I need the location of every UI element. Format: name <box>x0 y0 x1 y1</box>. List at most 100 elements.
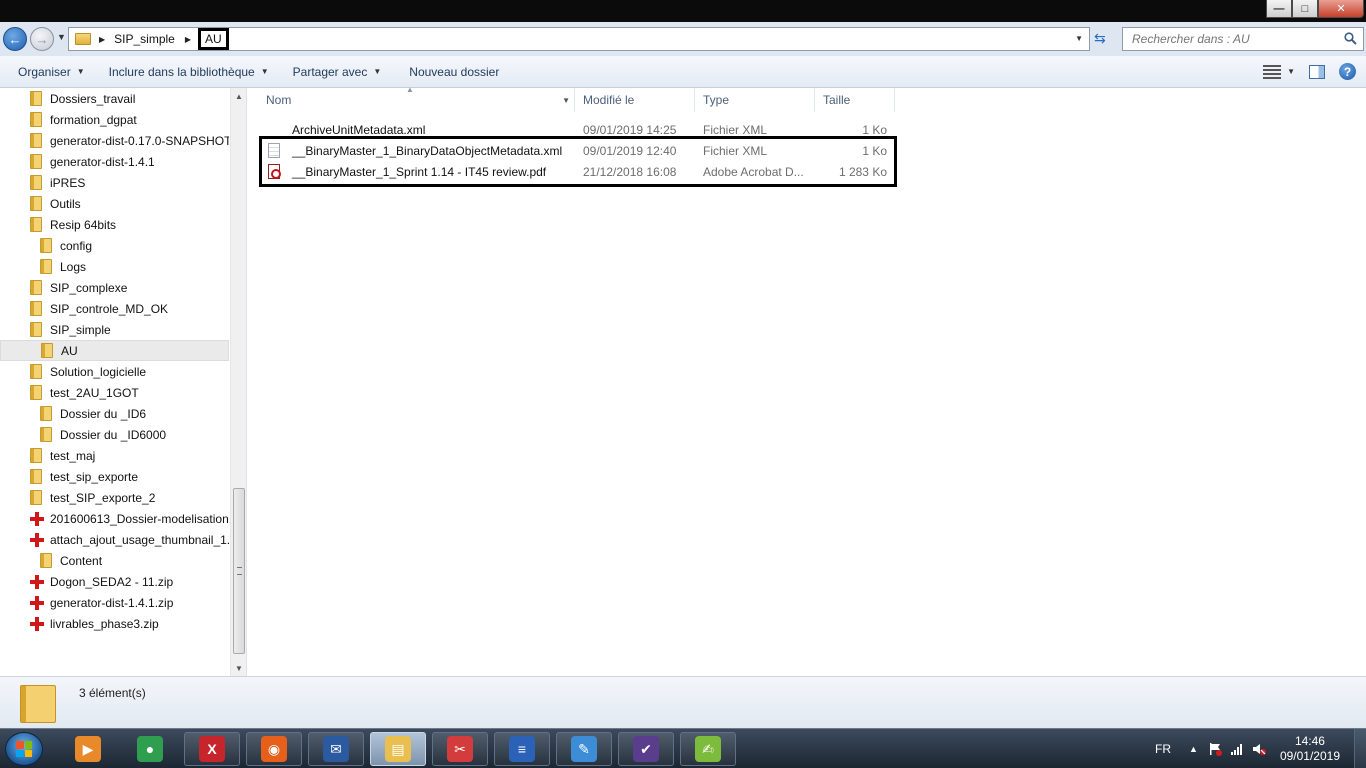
organize-button[interactable]: Organiser ▼ <box>8 56 95 88</box>
share-with-button[interactable]: Partager avec ▼ <box>283 56 392 88</box>
breadcrumb-sip-simple[interactable]: SIP_simple <box>112 32 177 46</box>
nav-item-label: generator-dist-0.17.0-SNAPSHOT <box>50 133 229 148</box>
thunderbird-icon: ✉ <box>323 736 349 762</box>
close-button[interactable]: ✕ <box>1318 0 1364 18</box>
taskbar-app-file-explorer[interactable]: ▤ <box>370 732 426 766</box>
taskbar-app-xming[interactable]: X <box>184 732 240 766</box>
nav-item[interactable]: test_maj <box>0 445 229 466</box>
taskbar-app-notepad-plus-plus[interactable]: ✍ <box>680 732 736 766</box>
nav-item[interactable]: Dossier du _ID6 <box>0 403 229 424</box>
nav-item[interactable]: attach_ajout_usage_thumbnail_1.z <box>0 529 229 550</box>
search-icon[interactable] <box>1344 32 1357 45</box>
file-row[interactable]: __BinaryMaster_1_Sprint 1.14 - IT45 revi… <box>258 161 895 182</box>
snipping-tool-icon: ✂ <box>447 736 473 762</box>
nav-item[interactable]: Dogon_SEDA2 - 11.zip <box>0 571 229 592</box>
taskbar-app-media-player[interactable]: ▶ <box>60 732 116 766</box>
taskbar-app-snipping-tool[interactable]: ✂ <box>432 732 488 766</box>
column-filter-icon[interactable]: ▼ <box>562 96 570 105</box>
nav-item[interactable]: SIP_controle_MD_OK <box>0 298 229 319</box>
folder-icon <box>40 259 52 274</box>
scroll-thumb[interactable] <box>233 488 245 654</box>
taskbar-app-firefox[interactable]: ◉ <box>246 732 302 766</box>
taskbar-app-thunderbird[interactable]: ✉ <box>308 732 364 766</box>
back-button[interactable]: ← <box>3 27 27 51</box>
chevron-right-icon[interactable]: ▶ <box>99 35 105 44</box>
nav-item[interactable]: formation_dgpat <box>0 109 229 130</box>
column-date[interactable]: Modifié le <box>575 88 695 112</box>
nav-item[interactable]: SIP_simple <box>0 319 229 340</box>
clock-time: 14:46 <box>1294 734 1325 748</box>
maximize-icon: □ <box>1301 2 1309 15</box>
column-size[interactable]: Taille <box>815 88 895 112</box>
taskbar-app-paint[interactable]: ✎ <box>556 732 612 766</box>
scroll-up-icon[interactable]: ▲ <box>231 88 247 104</box>
folder-icon <box>30 490 42 505</box>
maximize-button[interactable]: □ <box>1292 0 1318 18</box>
close-icon: ✕ <box>1336 3 1346 15</box>
nav-item[interactable]: test_sip_exporte <box>0 466 229 487</box>
new-folder-button[interactable]: Nouveau dossier <box>399 56 509 88</box>
nav-scrollbar[interactable]: ▲ ▼ <box>230 88 246 676</box>
search-box[interactable] <box>1122 27 1364 51</box>
nav-item-label: Dossiers_travail <box>50 91 136 106</box>
folder-icon <box>40 427 52 442</box>
show-hidden-icons-icon[interactable]: ▲ <box>1189 744 1198 754</box>
folder-icon <box>30 280 42 295</box>
scroll-down-icon[interactable]: ▼ <box>231 660 247 676</box>
nav-item[interactable]: config <box>0 235 229 256</box>
address-dropdown-icon[interactable]: ▼ <box>1075 34 1083 43</box>
clock[interactable]: 14:46 09/01/2019 <box>1280 734 1340 764</box>
nav-item[interactable]: Resip 64bits <box>0 214 229 235</box>
show-desktop-button[interactable] <box>1354 729 1366 768</box>
taskbar-app-wordpad[interactable]: ≡ <box>494 732 550 766</box>
nav-item[interactable]: Content <box>0 550 229 571</box>
nav-item[interactable]: AU <box>0 340 229 361</box>
action-center-flag-icon[interactable] <box>1208 742 1222 756</box>
column-name[interactable]: Nom ▲ ▼ <box>258 85 575 112</box>
file-row[interactable]: __BinaryMaster_1_BinaryDataObjectMetadat… <box>258 140 895 161</box>
chevron-right-icon[interactable]: ▶ <box>185 35 191 44</box>
minimize-button[interactable]: — <box>1266 0 1292 18</box>
nav-item[interactable]: test_2AU_1GOT <box>0 382 229 403</box>
nav-item[interactable]: Solution_logicielle <box>0 361 229 382</box>
window-title-bar: — □ ✕ <box>0 0 1366 22</box>
forward-button[interactable]: → <box>30 27 54 51</box>
nav-item[interactable]: 201600613_Dossier-modelisation-t <box>0 508 229 529</box>
breadcrumb-au[interactable]: AU <box>198 28 229 50</box>
file-row[interactable]: ArchiveUnitMetadata.xml 09/01/2019 14:25 F… <box>258 119 895 140</box>
change-view-icon[interactable] <box>1263 64 1282 79</box>
zip-archive-icon <box>30 532 44 547</box>
clock-date: 09/01/2019 <box>1279 749 1340 763</box>
paint-icon: ✎ <box>571 736 597 762</box>
xml-file-icon <box>268 143 280 158</box>
nav-item[interactable]: Dossiers_travail <box>0 88 229 109</box>
include-in-library-button[interactable]: Inclure dans la bibliothèque ▼ <box>99 56 279 88</box>
search-input[interactable] <box>1132 32 1342 46</box>
folder-icon <box>30 217 42 232</box>
start-button[interactable] <box>5 732 43 766</box>
preview-pane-icon[interactable] <box>1309 64 1325 79</box>
nav-item[interactable]: generator-dist-0.17.0-SNAPSHOT <box>0 130 229 151</box>
nav-item[interactable]: generator-dist-1.4.1 <box>0 151 229 172</box>
taskbar-app-chrome[interactable]: ● <box>122 732 178 766</box>
refresh-button[interactable]: ⇆ <box>1094 30 1106 47</box>
language-indicator[interactable]: FR <box>1155 742 1171 756</box>
view-dropdown-icon[interactable]: ▼ <box>1287 67 1295 76</box>
folder-icon <box>30 175 42 190</box>
nav-item[interactable]: Outils <box>0 193 229 214</box>
nav-item[interactable]: Dossier du _ID6000 <box>0 424 229 445</box>
nav-item[interactable]: SIP_complexe <box>0 277 229 298</box>
nav-item[interactable]: Logs <box>0 256 229 277</box>
column-type[interactable]: Type <box>695 88 815 112</box>
nav-item[interactable]: generator-dist-1.4.1.zip <box>0 592 229 613</box>
taskbar-app-vitam-app[interactable]: ✔ <box>618 732 674 766</box>
network-signal-icon[interactable] <box>1230 742 1244 756</box>
folder-icon <box>20 685 56 723</box>
help-icon[interactable]: ? <box>1339 63 1356 80</box>
nav-item[interactable]: test_SIP_exporte_2 <box>0 487 229 508</box>
recent-pages-dropdown[interactable]: ▼ <box>57 32 66 42</box>
address-bar[interactable]: ▶ SIP_simple ▶ AU ▼ <box>68 27 1090 51</box>
volume-muted-icon[interactable] <box>1252 742 1266 756</box>
nav-item[interactable]: livrables_phase3.zip <box>0 613 229 634</box>
nav-item[interactable]: iPRES <box>0 172 229 193</box>
